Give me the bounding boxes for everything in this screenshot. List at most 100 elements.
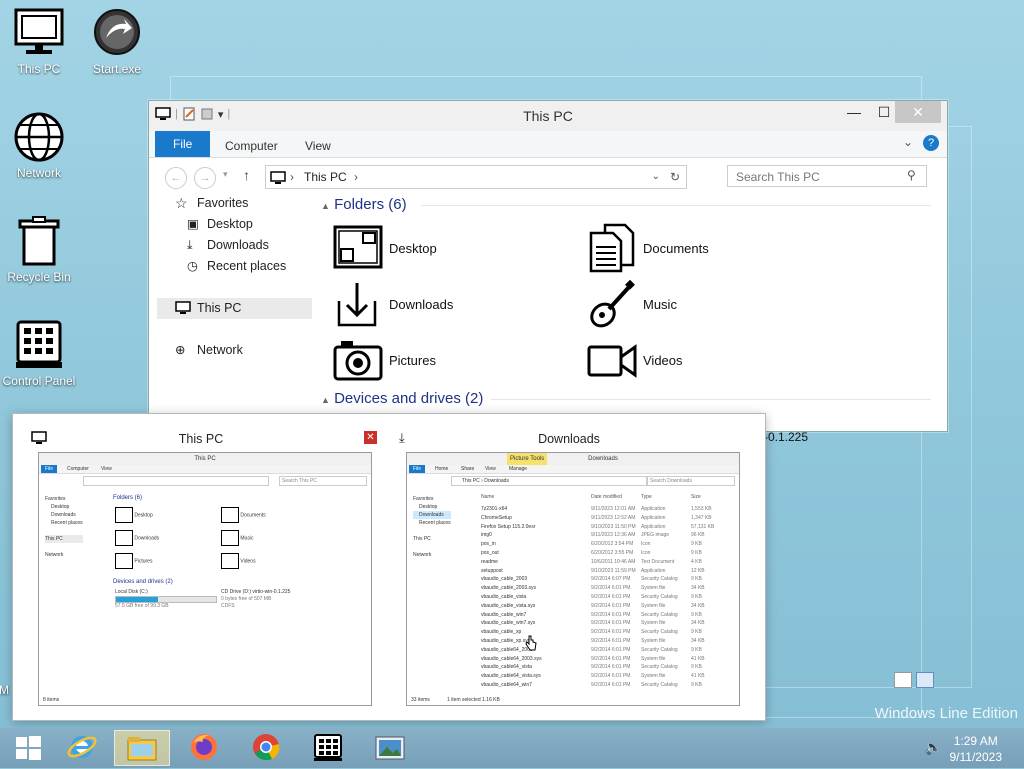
title-bar[interactable]: | ▾ | This PC — ☐ ✕ [149, 101, 947, 131]
details-view-icon[interactable] [894, 672, 912, 688]
mini-nav-item: Downloads [413, 511, 451, 519]
collapse-icon: ▲ [321, 201, 330, 211]
mini-nav-item: Downloads [51, 512, 76, 518]
photo-viewer-icon [375, 736, 405, 760]
refresh-icon[interactable]: ↻ [670, 166, 680, 188]
file-cell: vbaudio_cable_xp.sys [481, 637, 531, 644]
thumb-preview: Picture Tools Downloads File Home Share … [406, 452, 740, 706]
address-bar[interactable]: › This PC › ⌄ ↻ [265, 165, 687, 189]
file-cell: 9/2/2014 6:01 PM [591, 629, 631, 636]
taskbar-control-panel[interactable] [300, 730, 356, 766]
file-row: 7z2301-x64 9/11/2023 12:01 AM Application 1… [481, 505, 733, 514]
breadcrumb-chevron-icon[interactable]: › [354, 166, 358, 188]
taskbar-internet-explorer[interactable] [54, 730, 110, 766]
large-icons-view-icon[interactable] [916, 672, 934, 688]
folder-pictures[interactable]: Pictures [333, 335, 573, 385]
mini-nav-item: Favorites [413, 496, 434, 502]
desktop-icon-network[interactable]: Network [0, 110, 79, 180]
folder-videos[interactable]: Videos [587, 335, 827, 385]
nav-desktop[interactable]: ▣ Desktop [149, 214, 319, 235]
help-icon[interactable]: ? [923, 135, 939, 151]
file-cell: 9 KB [691, 664, 702, 671]
folder-desktop[interactable]: Desktop [333, 223, 573, 273]
file-cell: 4 KB [691, 558, 702, 565]
folder-downloads[interactable]: Downloads [333, 279, 573, 329]
up-button[interactable]: ↑ [243, 167, 250, 183]
desktop-icon-this-pc[interactable]: This PC [0, 6, 79, 76]
search-icon[interactable]: ⚲ [907, 168, 916, 182]
desktop-icon-start-exe[interactable]: Start.exe [77, 6, 157, 76]
mini-address [83, 476, 269, 486]
mini-title: This PC [39, 453, 371, 465]
nav-recent-places[interactable]: ◷ Recent places [149, 256, 319, 277]
file-cell: 9 KB [691, 646, 702, 653]
forward-button[interactable]: → [194, 167, 216, 189]
file-row: vbaudio_cable64_win7 9/2/2014 6:01 PM Secu… [481, 681, 733, 690]
system-clock[interactable]: 1:29 AM 9/11/2023 [950, 733, 1003, 765]
close-icon[interactable]: ✕ [364, 431, 377, 444]
minimize-button[interactable]: — [839, 101, 869, 123]
file-cell: 9/2/2014 6:01 PM [591, 593, 631, 600]
task-switcher: This PC ✕ This PC File Computer View Sea… [12, 413, 766, 721]
windows-logo-icon [16, 736, 41, 760]
nav-this-pc[interactable]: This PC [157, 298, 312, 319]
thumb-header: ⤓ Downloads [393, 428, 745, 450]
breadcrumb-this-pc[interactable]: This PC [304, 166, 347, 188]
tab-view[interactable]: View [293, 135, 343, 157]
switcher-item-this-pc[interactable]: This PC ✕ This PC File Computer View Sea… [25, 428, 377, 706]
file-cell: JPEG image [641, 532, 670, 539]
mini-folder: Downloads [115, 530, 159, 546]
folder-label: Desktop [389, 240, 437, 256]
navigation-pane: ☆ Favorites ▣ Desktop ⤓ Downloads ◷ Rece… [149, 193, 319, 361]
file-cell: vbaudio_cable_vista.sys [481, 602, 536, 609]
file-cell: System file [641, 585, 666, 592]
clock-time: 1:29 AM [953, 734, 998, 748]
file-cell: vbaudio_cable64_win7 [481, 681, 532, 688]
taskbar-file-explorer[interactable] [114, 730, 170, 766]
mini-nav-item: Recent places [419, 520, 451, 526]
folders-group-header[interactable]: ▲ Folders (6) [321, 193, 941, 217]
file-cell: readme [481, 558, 498, 565]
breadcrumb-chevron-icon[interactable]: › [290, 166, 294, 188]
chrome-icon [253, 734, 280, 761]
nav-network[interactable]: ⊕ Network [149, 340, 319, 361]
desktop-icon-control-panel[interactable]: Control Panel [0, 318, 79, 388]
clock-date: 9/11/2023 [949, 750, 1003, 764]
desktop-icon-recycle-bin[interactable]: Recycle Bin [0, 214, 79, 284]
file-cell: 9/11/2023 12:36 AM [591, 532, 636, 539]
file-cell: 9 KB [691, 681, 702, 688]
address-dropdown-icon[interactable]: ⌄ [652, 166, 660, 188]
tab-computer[interactable]: Computer [213, 135, 290, 157]
back-button[interactable]: ← [165, 167, 187, 189]
start-button[interactable] [0, 730, 56, 766]
switcher-item-downloads[interactable]: ⤓ Downloads Picture Tools Downloads File… [393, 428, 745, 706]
drive-label-partial[interactable]: -0.1.225 [764, 430, 808, 444]
navigation-bar: ← → ▾ ↑ › This PC › ⌄ ↻ Search This PC ⚲ [149, 158, 947, 194]
taskbar-firefox[interactable] [176, 730, 232, 766]
ribbon-expand-icon[interactable]: ⌄ [903, 135, 913, 149]
folder-documents[interactable]: Documents [587, 223, 827, 273]
taskbar-chrome[interactable] [238, 730, 294, 766]
file-cell: Security Catalog [641, 664, 678, 671]
volume-icon[interactable]: 🔈 [925, 739, 942, 756]
nav-favorites[interactable]: ☆ Favorites [149, 193, 319, 214]
file-row: vbaudio_cable_win7 9/2/2014 6:01 PM Securi… [481, 611, 733, 620]
taskbar-photo-viewer[interactable] [362, 730, 418, 766]
tab-file[interactable]: File [155, 131, 211, 157]
recent-locations-icon[interactable]: ▾ [223, 169, 228, 180]
folder-label: Documents [643, 240, 709, 256]
file-cell: Security Catalog [641, 576, 678, 583]
file-cell: Security Catalog [641, 681, 678, 688]
taskbar: 🔈 1:29 AM 9/11/2023 [0, 728, 1024, 768]
file-cell: 9 KB [691, 593, 702, 600]
camera-icon [333, 341, 383, 381]
nav-downloads[interactable]: ⤓ Downloads [149, 235, 319, 256]
mini-nav-item: Desktop [419, 504, 438, 510]
file-cell: 1,553 KB [691, 506, 712, 512]
folder-music[interactable]: Music [587, 279, 827, 329]
file-cell: 57,131 KB [691, 523, 715, 530]
desktop-icon-label: This PC [17, 62, 61, 76]
search-input[interactable]: Search This PC [727, 165, 927, 187]
devices-group-header[interactable]: ▲ Devices and drives (2) [321, 387, 941, 411]
close-button[interactable]: ✕ [895, 101, 941, 123]
